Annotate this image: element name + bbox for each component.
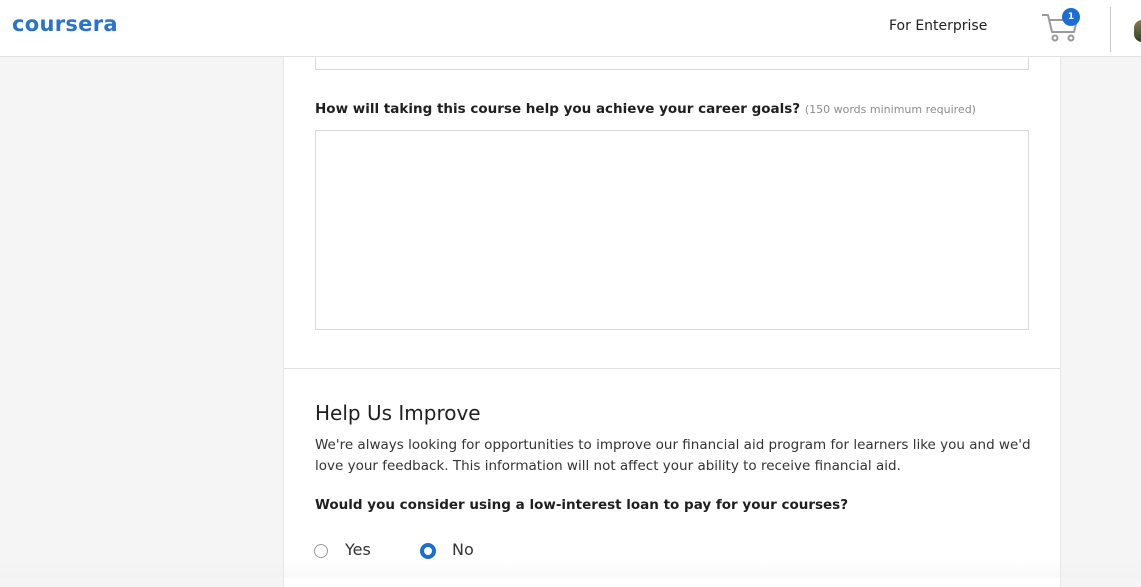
user-avatar[interactable] (1134, 20, 1141, 42)
cart-count-badge: 1 (1062, 8, 1080, 26)
help-us-improve-description: We're always looking for opportunities t… (315, 437, 1031, 474)
loan-option-no-label: No (452, 540, 474, 559)
career-goals-question-text: How will taking this course help you ach… (315, 101, 801, 117)
career-goals-textarea[interactable] (315, 130, 1029, 330)
previous-answer-textarea[interactable] (315, 57, 1029, 70)
career-goals-question: How will taking this course help you ach… (315, 99, 976, 120)
for-enterprise-link[interactable]: For Enterprise (889, 16, 987, 36)
word-minimum-hint: (150 words minimum required) (804, 103, 976, 116)
loan-question: Would you consider using a low-interest … (315, 497, 849, 513)
loan-option-yes-label: Yes (345, 540, 371, 559)
radio-unchecked-icon[interactable] (314, 544, 328, 558)
top-navigation-bar: coursera For Enterprise 1 (0, 0, 1141, 57)
header-divider (1110, 7, 1111, 52)
radio-checked-icon[interactable] (420, 543, 436, 559)
coursera-logo[interactable]: coursera (12, 10, 118, 38)
loan-option-yes[interactable]: Yes (314, 539, 371, 561)
help-us-improve-heading: Help Us Improve (315, 401, 481, 425)
section-divider (283, 368, 1061, 369)
loan-option-no[interactable]: No (420, 539, 474, 561)
